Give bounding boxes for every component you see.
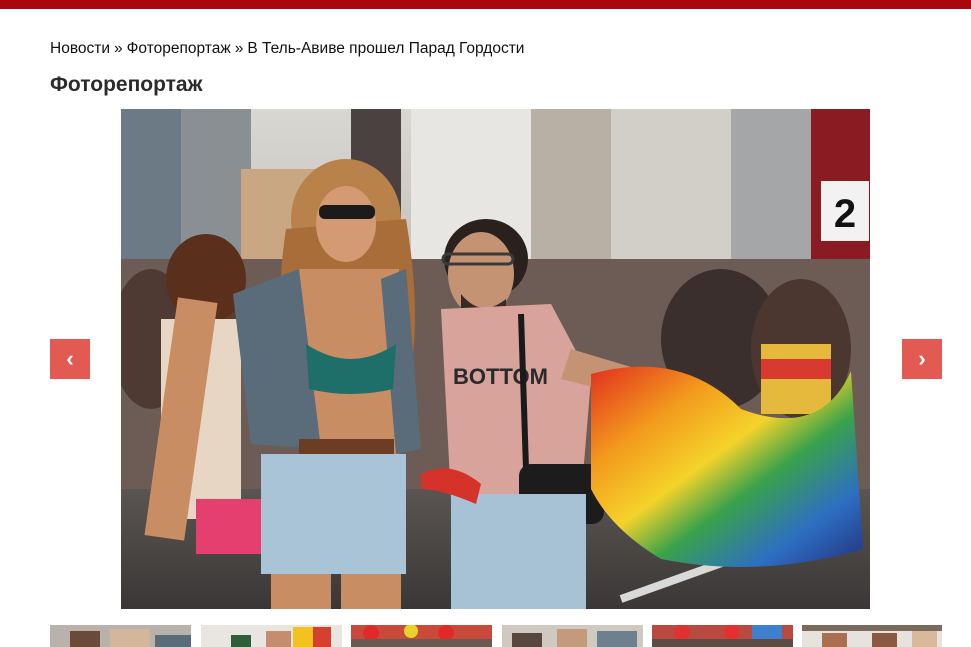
gallery-thumbnail[interactable] — [502, 625, 643, 647]
breadcrumb-link-news[interactable]: Новости — [50, 40, 110, 57]
thumbnail-image — [802, 625, 942, 647]
thumbnail-image — [502, 625, 643, 647]
gallery-main-photo[interactable]: 2 BOTTOM — [121, 109, 870, 609]
gallery-thumbnail[interactable] — [802, 625, 942, 647]
page-title: Фоторепортаж — [50, 73, 203, 96]
street-sign-number: 2 — [834, 192, 856, 236]
gallery-thumbnail[interactable] — [50, 625, 191, 647]
gallery-thumbnail[interactable] — [351, 625, 492, 647]
parade-photo: 2 BOTTOM — [121, 109, 870, 609]
breadcrumb-link-photoreport[interactable]: Фоторепортаж — [127, 40, 231, 57]
thumbnail-image — [652, 625, 793, 647]
chevron-left-icon: ‹ — [66, 346, 74, 371]
thumbnail-image — [201, 625, 342, 647]
top-accent-bar — [0, 0, 971, 9]
gallery-next-button[interactable]: › — [902, 339, 942, 379]
chevron-right-icon: › — [918, 346, 926, 371]
gallery-thumbnail[interactable] — [201, 625, 342, 647]
gallery-thumbnail-strip — [50, 625, 942, 647]
shirt-print-text: BOTTOM — [453, 364, 548, 389]
gallery-thumbnail[interactable] — [652, 625, 793, 647]
gallery-prev-button[interactable]: ‹ — [50, 339, 90, 379]
breadcrumb-separator: » — [234, 40, 244, 57]
breadcrumb-current: В Тель-Авиве прошел Парад Гордости — [247, 40, 525, 57]
breadcrumb: Новости» Фоторепортаж» В Тель-Авиве прошел… — [50, 40, 524, 58]
thumbnail-image — [351, 625, 492, 647]
breadcrumb-separator: » — [114, 40, 123, 57]
thumbnail-image — [50, 625, 191, 647]
